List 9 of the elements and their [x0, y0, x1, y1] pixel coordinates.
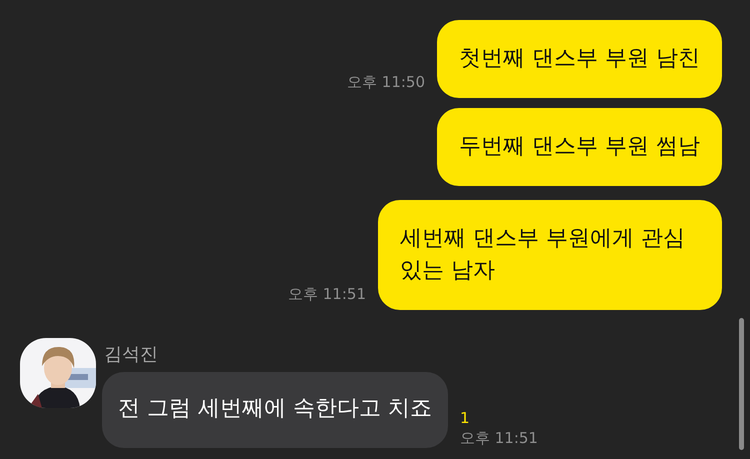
message-time: 오후 11:51: [288, 285, 366, 305]
message-bubble: 전 그럼 세번째에 속한다고 치죠: [102, 372, 448, 448]
message-bubble: 첫번째 댄스부 부원 남친: [437, 20, 722, 98]
unread-count: 1: [460, 409, 471, 427]
message-bubble: 세번째 댄스부 부원에게 관심 있는 남자: [378, 200, 722, 310]
sender-name: 김석진: [103, 343, 159, 366]
message-bubble: 두번째 댄스부 부원 썸남: [437, 108, 722, 186]
message-time: 오후 11:50: [347, 73, 426, 93]
message-time: 오후 11:51: [460, 429, 538, 448]
